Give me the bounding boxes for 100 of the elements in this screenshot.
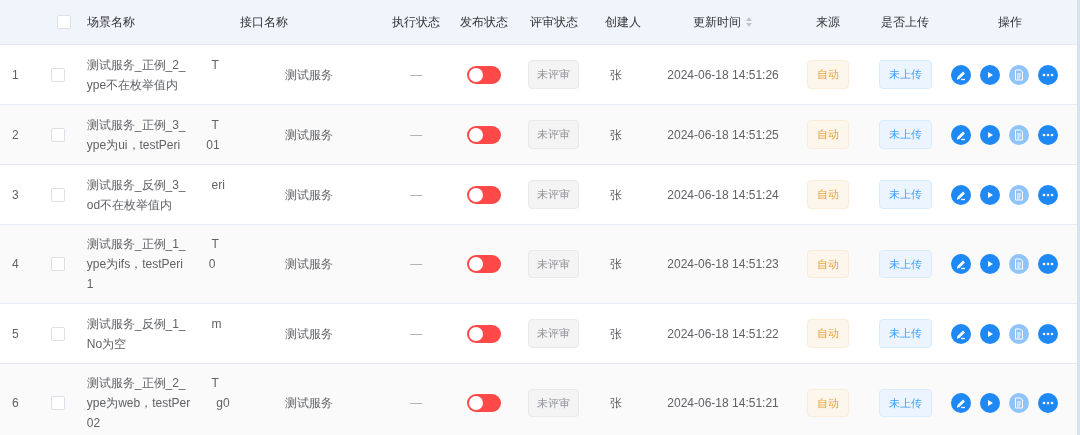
publish-toggle[interactable] <box>466 324 501 343</box>
interface-name: 测试服务 <box>285 325 334 343</box>
review-status-tag: 未评审 <box>527 180 579 209</box>
publish-toggle[interactable] <box>466 65 501 84</box>
review-status-tag: 未评审 <box>527 120 579 149</box>
exec-status: — <box>410 126 423 144</box>
source-tag: 自动 <box>806 249 849 279</box>
more-icon <box>1042 331 1055 336</box>
row-number: 3 <box>12 187 19 202</box>
document-button[interactable] <box>1009 254 1030 274</box>
source-tag: 自动 <box>806 388 849 418</box>
upload-status-tag: 未上传 <box>878 180 932 209</box>
more-button[interactable] <box>1038 254 1059 274</box>
update-time: 2024-06-18 14:51:22 <box>667 325 779 343</box>
column-header: 接口名称 <box>240 14 289 31</box>
column-header: 发布状态 <box>459 14 508 31</box>
more-button[interactable] <box>1038 323 1059 344</box>
creator-name: 张 <box>610 66 623 84</box>
run-button[interactable] <box>980 64 1001 85</box>
update-time: 2024-06-18 14:51:21 <box>667 395 779 412</box>
run-button[interactable] <box>980 184 1001 205</box>
row-number: 5 <box>12 326 19 341</box>
column-header: 场景名称 <box>86 14 135 31</box>
document-icon <box>1014 128 1025 141</box>
document-button[interactable] <box>1009 184 1030 205</box>
creator-name: 张 <box>610 256 623 273</box>
more-button[interactable] <box>1038 393 1059 413</box>
edit-button[interactable] <box>951 124 972 145</box>
row-number: 4 <box>12 257 19 271</box>
more-icon <box>1042 262 1055 266</box>
row-checkbox[interactable] <box>50 187 65 202</box>
interface-name: 测试服务 <box>285 186 334 204</box>
scene-name: 测试服务_反例_3_ eri od不在枚举值内 <box>86 176 226 214</box>
column-header: 来源 <box>815 14 840 31</box>
review-status-tag: 未评审 <box>527 60 579 89</box>
more-button[interactable] <box>1038 124 1059 145</box>
interface-name: 测试服务 <box>285 395 334 412</box>
run-button[interactable] <box>980 254 1001 274</box>
review-status-tag: 未评审 <box>527 249 579 279</box>
edit-button[interactable] <box>951 323 972 344</box>
exec-status: — <box>410 395 423 412</box>
interface-name: 测试服务 <box>285 66 334 84</box>
scene-name: 测试服务_正例_3_ T ype为ui，testPeri 01 <box>86 116 221 154</box>
exec-status: — <box>410 256 423 273</box>
publish-toggle[interactable] <box>466 394 501 412</box>
run-button[interactable] <box>980 323 1001 344</box>
update-time: 2024-06-18 14:51:24 <box>667 186 779 204</box>
exec-status: — <box>410 66 423 84</box>
more-icon <box>1042 72 1055 77</box>
scene-name: 测试服务_反例_1_ m No为空 <box>86 315 223 353</box>
edit-button[interactable] <box>951 393 972 413</box>
row-number: 2 <box>12 127 19 142</box>
upload-status-tag: 未上传 <box>878 60 932 89</box>
column-header: 更新时间 <box>693 14 741 31</box>
column-header: 操作 <box>997 14 1022 31</box>
more-button[interactable] <box>1038 184 1059 205</box>
column-header: 评审状态 <box>529 14 578 31</box>
row-checkbox[interactable] <box>50 326 65 341</box>
document-button[interactable] <box>1009 64 1030 85</box>
update-time: 2024-06-18 14:51:25 <box>667 126 779 144</box>
creator-name: 张 <box>610 325 623 343</box>
run-button[interactable] <box>980 393 1001 413</box>
run-button[interactable] <box>980 124 1001 145</box>
publish-toggle[interactable] <box>466 255 501 273</box>
row-checkbox[interactable] <box>50 396 65 410</box>
source-tag: 自动 <box>806 180 849 209</box>
row-number: 6 <box>12 396 19 410</box>
document-icon <box>1014 327 1025 340</box>
column-header: 是否上传 <box>881 14 929 31</box>
source-tag: 自动 <box>806 319 849 348</box>
more-button[interactable] <box>1038 64 1059 85</box>
edit-button[interactable] <box>951 184 972 205</box>
review-status-tag: 未评审 <box>527 388 579 418</box>
creator-name: 张 <box>610 186 623 204</box>
source-tag: 自动 <box>806 120 849 149</box>
edit-button[interactable] <box>951 64 972 85</box>
document-button[interactable] <box>1009 393 1030 413</box>
exec-status: — <box>410 325 423 343</box>
update-time: 2024-06-18 14:51:23 <box>667 256 779 273</box>
document-button[interactable] <box>1009 124 1030 145</box>
document-icon <box>1014 258 1025 270</box>
upload-status-tag: 未上传 <box>878 388 932 418</box>
more-icon <box>1042 192 1055 197</box>
row-checkbox[interactable] <box>50 67 65 82</box>
upload-status-tag: 未上传 <box>878 249 932 279</box>
document-button[interactable] <box>1009 323 1030 344</box>
row-number: 1 <box>12 67 19 82</box>
publish-toggle[interactable] <box>466 185 501 204</box>
column-header: 创建人 <box>605 14 642 31</box>
select-all-checkbox[interactable] <box>56 15 71 29</box>
pencil-icon <box>955 258 968 270</box>
document-icon <box>1014 68 1025 81</box>
column-header: 执行状态 <box>392 14 441 31</box>
scene-name: 测试服务_正例_1_ T ype为ifs，testPeri 0 1 <box>86 236 220 293</box>
document-icon <box>1014 188 1025 201</box>
publish-toggle[interactable] <box>466 125 501 144</box>
row-checkbox[interactable] <box>50 127 65 142</box>
edit-button[interactable] <box>951 254 972 274</box>
more-icon <box>1042 401 1055 405</box>
row-checkbox[interactable] <box>50 257 65 271</box>
